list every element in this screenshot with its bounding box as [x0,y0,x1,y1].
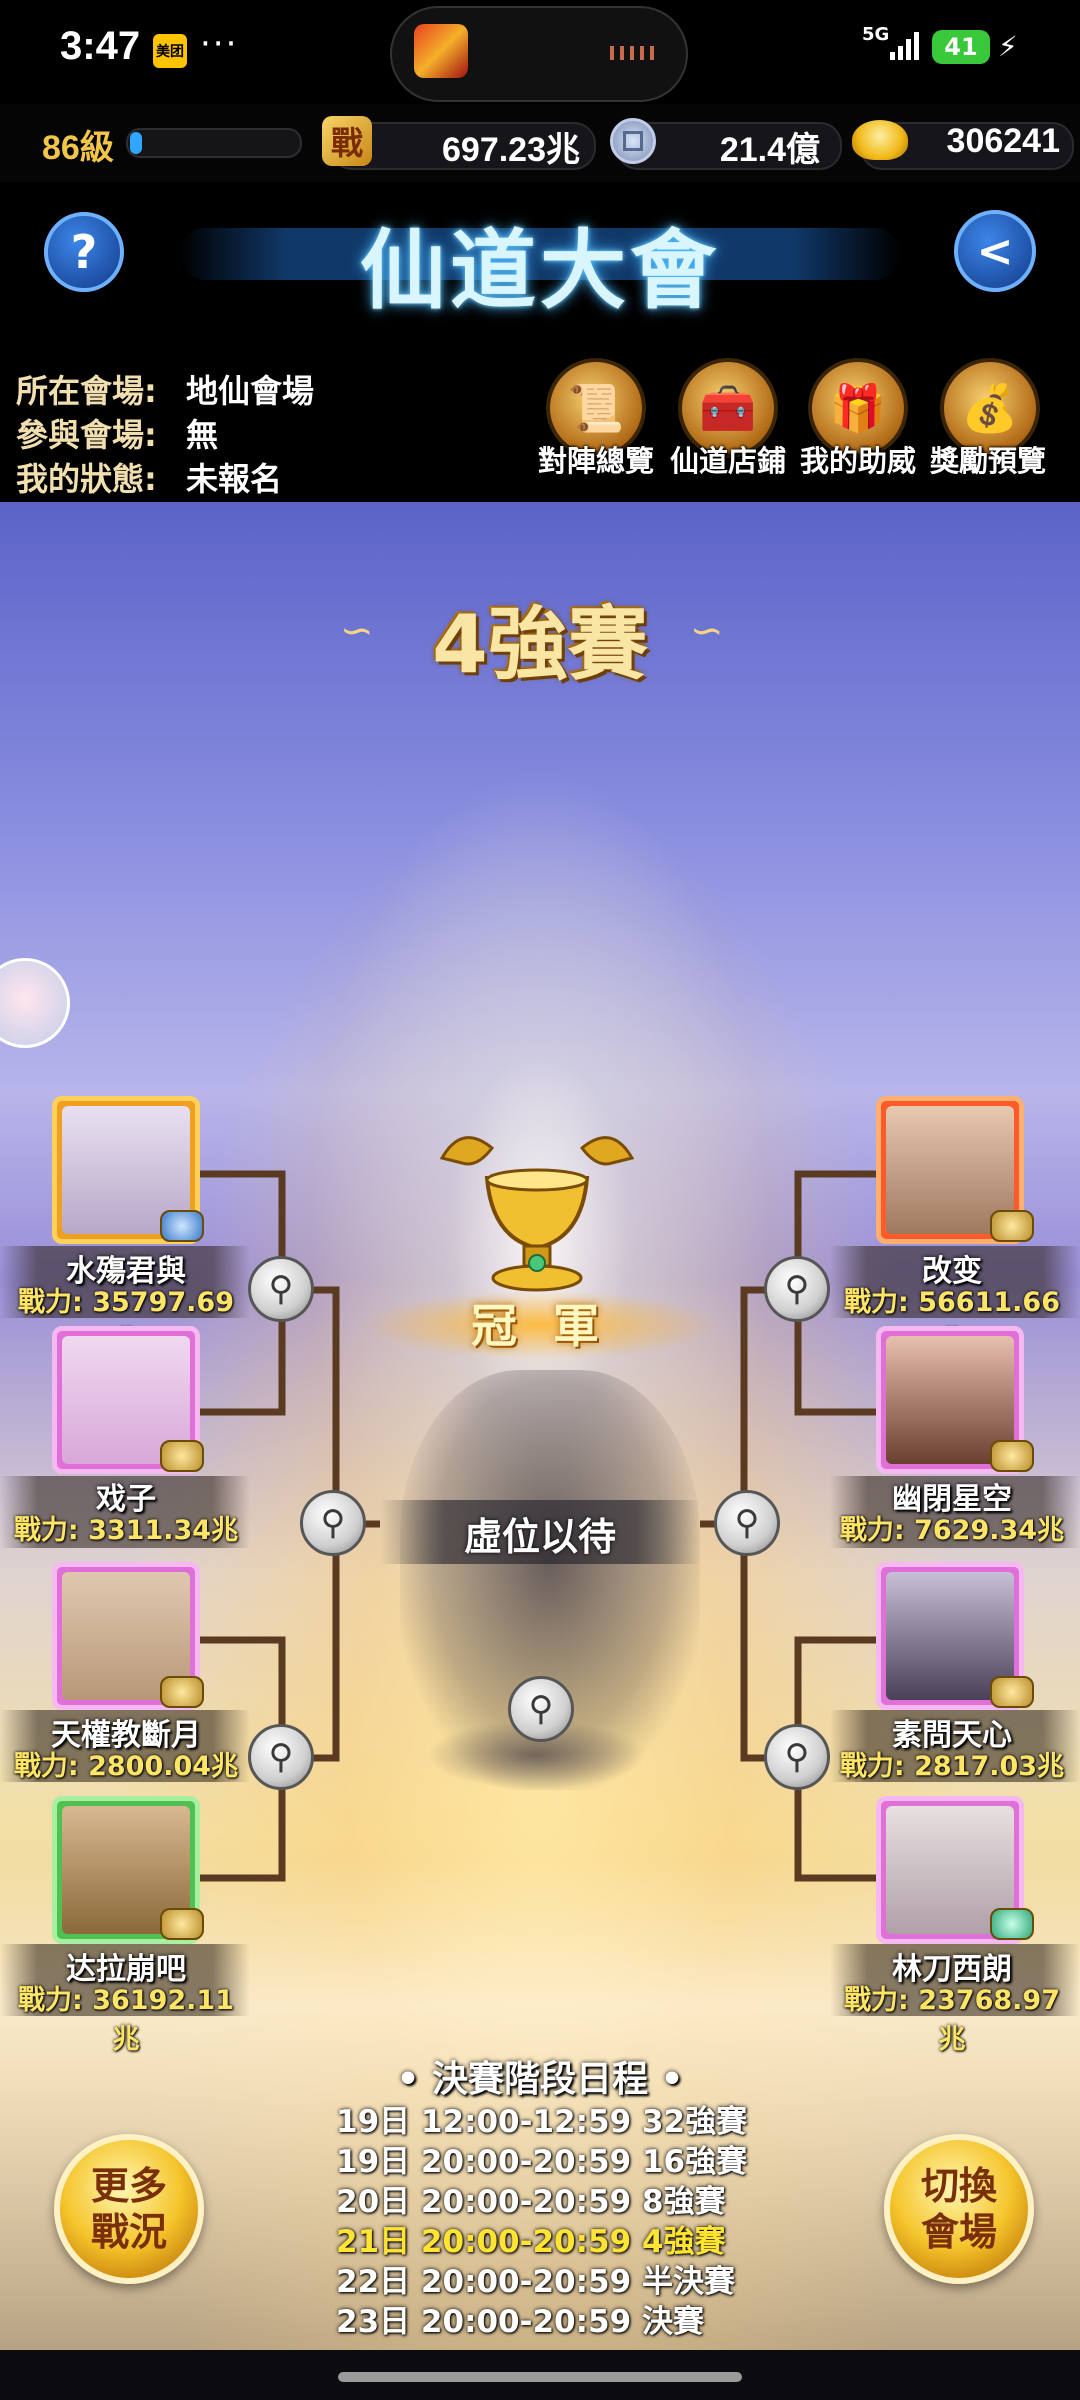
more-notifications-icon: ··· [200,24,239,64]
menu-shop-label[interactable]: 仙道店鋪 [658,438,798,480]
page-title: 仙道大會 [360,221,720,321]
status-value: 未報名 [186,460,283,498]
audio-wave-icon [610,46,658,60]
venue-value: 地仙會場 [186,372,315,410]
trophy-icon [439,1136,635,1292]
menu-cheer-label[interactable]: 我的助威 [788,438,928,480]
view-match-search-icon[interactable]: ⚲ [714,1490,780,1556]
power-icon: 戰 [322,116,372,166]
view-match-search-icon[interactable]: ⚲ [248,1256,314,1322]
coin-icon [610,118,656,164]
rank-badge-icon [990,1676,1034,1708]
player-power: 戰力: 36192.11兆 [18,1985,234,2055]
status-label: 我的狀態: [16,460,157,498]
schedule-row-current: 21日 20:00-20:59 4強賽 [336,2224,726,2260]
battery-indicator: 41 [932,30,990,64]
meituan-app-icon: 美团 [153,34,187,68]
schedule-row: 22日 20:00-20:59 半決賽 [336,2264,735,2300]
participation-label: 參與會場: [16,416,157,454]
swirl-decoration-right-icon: ∽ [690,608,724,654]
player-level: 86級 [42,129,114,167]
view-match-search-icon[interactable]: ⚲ [764,1256,830,1322]
schedule-row: 19日 12:00-12:59 32強賽 [336,2104,748,2140]
view-match-search-icon[interactable]: ⚲ [248,1724,314,1790]
player-power: 戰力: 23768.97兆 [844,1985,1060,2055]
rank-badge-icon [160,1908,204,1940]
rank-badge-icon [160,1210,204,1242]
schedule-row: 19日 20:00-20:59 16強賽 [336,2144,748,2180]
signal-bars-icon [890,32,919,60]
game-app-icon [414,24,468,78]
rank-badge-icon [990,1440,1034,1472]
view-match-search-icon[interactable]: ⚲ [300,1490,366,1556]
player-power: 戰力: 2800.04兆 [13,1751,239,1782]
coins-value: 21.4億 [719,131,820,169]
home-indicator[interactable] [338,2372,742,2382]
participation-value: 無 [186,416,219,454]
back-button[interactable]: < [954,210,1036,292]
view-match-search-icon[interactable]: ⚲ [764,1724,830,1790]
schedule-row: 23日 20:00-20:59 決賽 [336,2304,704,2340]
player-power: 戰力: 2817.03兆 [839,1751,1065,1782]
venue-label: 所在會場: [16,372,157,410]
gold-value: 306241 [946,122,1060,160]
champion-pending-text: 虛位以待 [463,1515,616,1559]
menu-rewards-label[interactable]: 獎勵預覽 [918,438,1058,480]
charging-bolt-icon: ⚡ [998,30,1018,63]
stage-title: 4強賽 [432,598,648,691]
menu-matchups-label[interactable]: 對陣總覽 [526,438,666,480]
network-type: 5G [862,24,890,45]
xp-bar [126,128,302,158]
rank-badge-icon [990,1210,1034,1242]
schedule-title: • 決賽階段日程 • [396,2059,684,2100]
more-battles-button[interactable]: 更多 戰況 [54,2134,204,2284]
status-time: 3:47 [60,24,141,68]
player-power: 戰力: 3311.34兆 [13,1515,239,1546]
view-final-search-icon[interactable]: ⚲ [508,1676,574,1742]
champion-label: 冠 軍 [470,1299,609,1353]
xp-bar-fill [130,132,142,154]
switch-venue-button[interactable]: 切換 會場 [884,2134,1034,2284]
rank-badge-icon [160,1676,204,1708]
rank-badge-icon [160,1440,204,1472]
help-button[interactable]: ? [44,212,124,292]
rank-badge-icon [990,1908,1034,1940]
player-power: 戰力: 7629.34兆 [839,1515,1065,1546]
power-value: 697.23兆 [442,131,580,169]
schedule-row: 20日 20:00-20:59 8強賽 [336,2184,726,2220]
